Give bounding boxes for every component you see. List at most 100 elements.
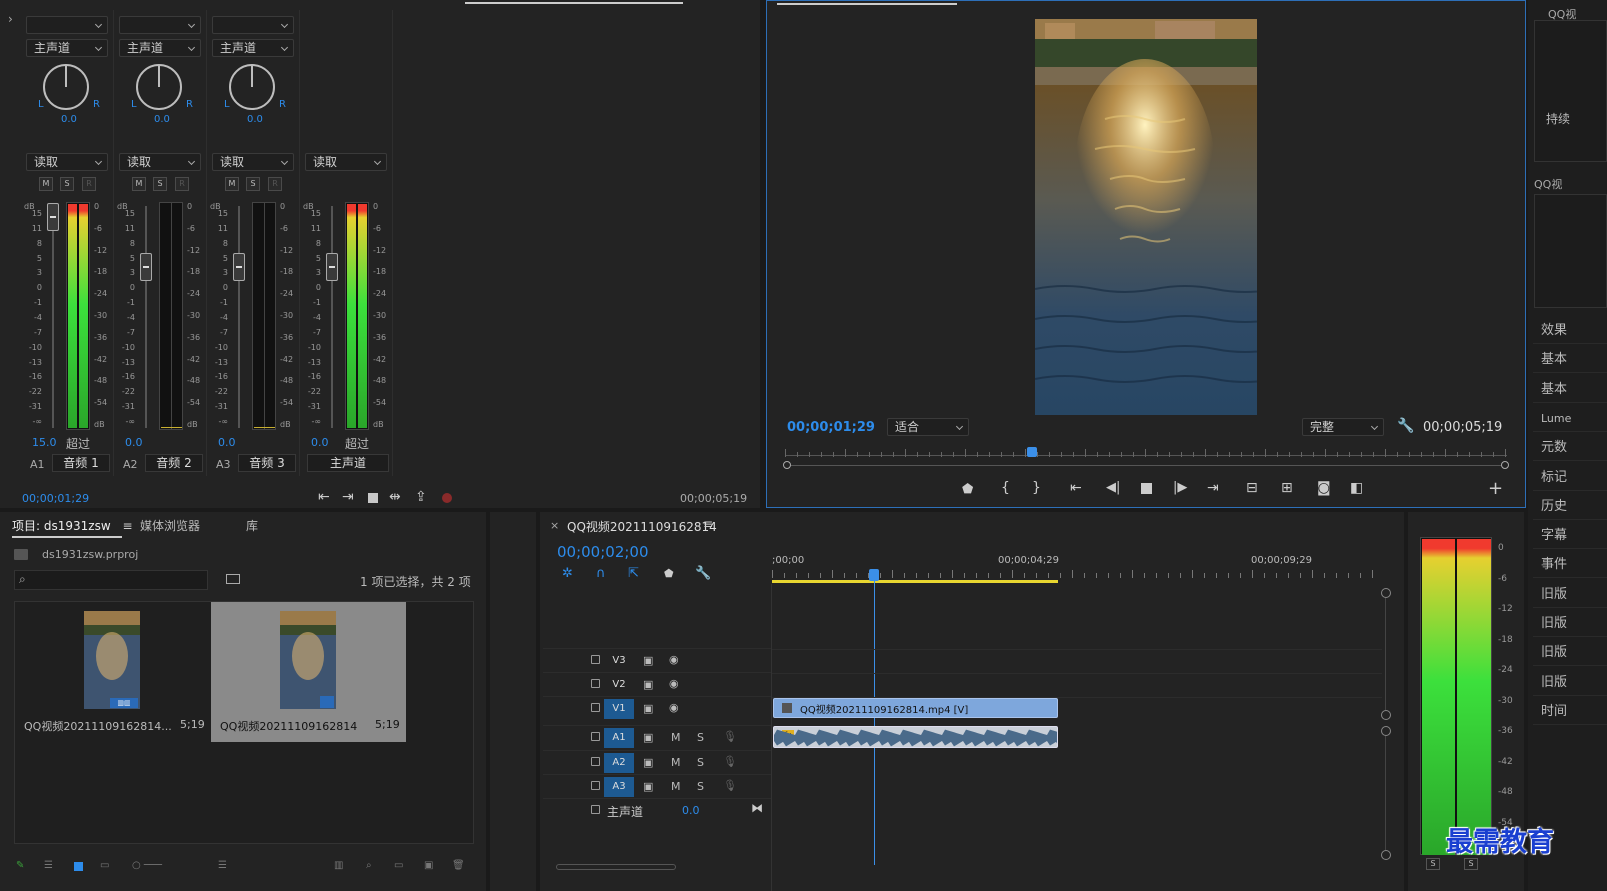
sync-lock-icon[interactable]: ▣	[643, 731, 653, 744]
play-in-out-icon[interactable]: ⇹	[389, 489, 401, 505]
solo-right-button[interactable]: S	[1464, 858, 1478, 870]
go-to-in-icon[interactable]: ⇤	[318, 489, 330, 505]
workspace-panel-item[interactable]: 元数	[1533, 435, 1607, 462]
stop-icon[interactable]	[368, 493, 378, 503]
list-view-icon[interactable]: ☰	[44, 860, 53, 871]
new-bin-icon[interactable]: ▭	[394, 860, 403, 871]
camera-icon[interactable]: ◙	[1317, 480, 1331, 496]
time-ruler[interactable]	[783, 445, 1509, 469]
record-button[interactable]: R	[175, 177, 189, 191]
channel-name[interactable]: 主声道	[307, 454, 389, 472]
loop-icon[interactable]: ⇪	[415, 489, 427, 505]
playhead[interactable]	[1027, 447, 1038, 457]
lock-icon[interactable]	[591, 703, 600, 712]
panel-expand-icon[interactable]: ›	[8, 12, 13, 26]
level-value[interactable]: 0.0	[218, 436, 236, 449]
step-back-icon[interactable]: ◀︎|	[1106, 480, 1120, 495]
solo-left-button[interactable]: S	[1426, 858, 1440, 870]
zoom-select[interactable]: 适合	[887, 418, 969, 436]
automation-mode-select[interactable]: 读取	[26, 153, 108, 171]
automation-mode-select[interactable]: 读取	[212, 153, 294, 171]
timeline-ruler[interactable]: ;00;00 00;00;04;29 00;00;09;29	[772, 552, 1384, 584]
automate-icon[interactable]: ▥	[334, 860, 343, 871]
pan-knob[interactable]	[136, 64, 182, 110]
mic-icon[interactable]: 🎙	[723, 755, 737, 768]
project-item[interactable]: ▥▥ QQ视频20211109162814... 5;19	[15, 602, 211, 742]
lock-icon[interactable]	[591, 805, 600, 814]
timeline-timecode[interactable]: 00;00;02;00	[557, 543, 649, 561]
tab-library[interactable]: 库	[246, 517, 258, 534]
lock-icon[interactable]	[591, 679, 600, 688]
volume-fader[interactable]	[326, 253, 338, 281]
go-to-end-icon[interactable]: ⧓	[751, 801, 763, 815]
pan-value[interactable]: 0.0	[247, 114, 263, 125]
mic-icon[interactable]: 🎙	[723, 730, 737, 743]
level-value[interactable]: 15.0	[32, 436, 57, 449]
track-target-toggle[interactable]: A2	[604, 753, 634, 773]
stop-icon[interactable]	[1141, 483, 1152, 494]
sort-icon[interactable]: ☰	[218, 860, 227, 871]
pan-knob[interactable]	[229, 64, 275, 110]
track-target-toggle[interactable]: A1	[604, 728, 634, 748]
timeline-settings-icon[interactable]: 🔧	[695, 566, 711, 581]
solo-track-button[interactable]: S	[697, 756, 704, 769]
close-icon[interactable]: ×	[550, 519, 559, 532]
a-scrollbar[interactable]	[1385, 736, 1386, 850]
eye-icon[interactable]: ◉	[669, 677, 679, 690]
workspace-panel-item[interactable]: 基本	[1533, 377, 1607, 403]
sync-lock-icon[interactable]: ▣	[643, 756, 653, 769]
solo-button[interactable]: S	[153, 177, 167, 191]
quality-select[interactable]: 完整	[1302, 418, 1384, 436]
channel-route-select[interactable]: 主声道	[212, 39, 294, 57]
nest-icon[interactable]: ✲	[562, 566, 573, 581]
mute-track-button[interactable]: M	[671, 731, 681, 744]
video-clip[interactable]: QQ视频20211109162814.mp4 [V]	[773, 698, 1058, 718]
channel-route-select[interactable]: 主声道	[26, 39, 108, 57]
channel-input-select[interactable]	[119, 16, 201, 34]
v-scroll-top-handle[interactable]	[1381, 588, 1391, 598]
lock-icon[interactable]	[591, 655, 600, 664]
channel-name[interactable]: 音频 2	[145, 454, 203, 472]
workspace-panel-item[interactable]: 事件	[1533, 552, 1607, 579]
solo-button[interactable]: S	[60, 177, 74, 191]
workspace-panel-item[interactable]: 字幕	[1533, 523, 1607, 550]
go-to-out-icon[interactable]: ⇥	[342, 489, 354, 505]
a-scroll-bottom-handle[interactable]	[1381, 850, 1391, 860]
new-bin-icon[interactable]	[226, 574, 240, 584]
lift-icon[interactable]: ⊟	[1246, 480, 1258, 496]
scrub-start-handle[interactable]	[783, 461, 791, 469]
track-lane[interactable]	[772, 649, 1382, 673]
write-protect-icon[interactable]: ✎	[16, 860, 24, 871]
channel-name[interactable]: 音频 1	[52, 454, 110, 472]
clear-icon[interactable]: 🗑	[452, 860, 465, 871]
program-current-time[interactable]: 00;00;01;29	[787, 420, 875, 435]
freeform-view-icon[interactable]: ▭	[100, 860, 109, 871]
mute-track-button[interactable]: M	[671, 756, 681, 769]
snap-icon[interactable]: ∩	[596, 566, 606, 581]
lock-icon[interactable]	[591, 732, 600, 741]
tab-menu-icon[interactable]: ≡	[122, 519, 132, 533]
eye-icon[interactable]: ◉	[669, 701, 679, 714]
solo-track-button[interactable]: S	[697, 780, 704, 793]
a-scroll-top-handle[interactable]	[1381, 726, 1391, 736]
channel-route-select[interactable]: 主声道	[119, 39, 201, 57]
mic-icon[interactable]: 🎙	[723, 779, 737, 792]
channel-name[interactable]: 音频 3	[238, 454, 296, 472]
scrub-bar[interactable]	[791, 465, 1501, 466]
record-icon[interactable]	[442, 493, 452, 503]
channel-input-select[interactable]	[212, 16, 294, 34]
mark-out-icon[interactable]: }	[1032, 480, 1041, 496]
work-area-bar[interactable]	[772, 580, 1058, 583]
mute-track-button[interactable]: M	[671, 780, 681, 793]
solo-track-button[interactable]: S	[697, 731, 704, 744]
tab-project[interactable]: 项目: ds1931zsw ≡	[12, 517, 133, 534]
v-scrollbar[interactable]	[1385, 598, 1386, 710]
workspace-panel-item[interactable]: 旧版	[1533, 670, 1607, 696]
go-to-out-icon[interactable]: ⇥	[1207, 480, 1219, 496]
mixer-current-time[interactable]: 00;00;01;29	[22, 492, 89, 505]
workspace-panel-item[interactable]: 时间	[1533, 699, 1607, 725]
eye-icon[interactable]: ◉	[669, 653, 679, 666]
step-forward-icon[interactable]: |▶︎	[1173, 480, 1187, 495]
zoom-slider[interactable]: ○ ───	[132, 860, 162, 871]
add-button-icon[interactable]: +	[1488, 478, 1503, 499]
